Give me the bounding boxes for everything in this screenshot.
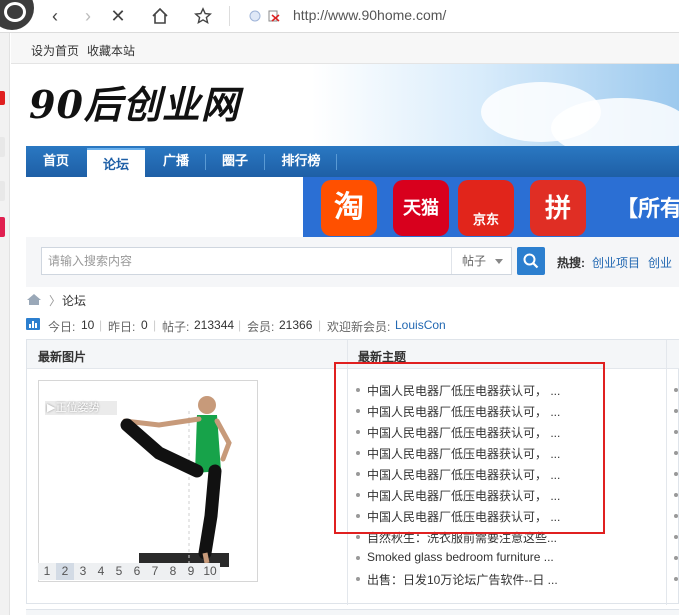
pager-item[interactable]: 1: [38, 563, 56, 580]
bullet-icon: [674, 556, 678, 560]
highlight-box: [334, 362, 605, 534]
nav-forum[interactable]: 论坛: [87, 148, 145, 177]
search-bar: 帖子 热搜: 创业项目 创业: [26, 237, 679, 287]
stats-divider: |: [99, 318, 103, 332]
bullet-icon: [356, 535, 360, 539]
stats-yesterday-label: 昨日:: [108, 320, 136, 334]
stats-divider: |: [318, 318, 322, 332]
jd-icon[interactable]: 京东: [458, 180, 514, 236]
ad-headline[interactable]: 【所有: [616, 191, 679, 223]
stats-today-label: 今日:: [48, 320, 76, 334]
browser-logo-icon: [0, 0, 34, 30]
search-type-value: 帖子: [462, 254, 487, 268]
bullet-icon: [674, 535, 678, 539]
stats-posts-label: 帖子:: [162, 320, 190, 334]
bookmark-star-icon[interactable]: [191, 4, 215, 28]
stats-divider: |: [238, 318, 242, 332]
stats-yesterday-value: 0: [141, 318, 148, 332]
home-icon[interactable]: [148, 4, 172, 28]
hot-search-label: 热搜:: [557, 256, 585, 270]
search-input[interactable]: [48, 248, 448, 274]
bullet-icon: [674, 451, 678, 455]
browser-sidebar: [0, 33, 10, 615]
bookmark-site-link[interactable]: 收藏本站: [87, 42, 135, 59]
stop-icon[interactable]: ✕: [106, 4, 130, 28]
pager-item-active[interactable]: 2: [56, 563, 74, 580]
bullet-icon: [674, 514, 678, 518]
stats-today-value: 10: [81, 318, 95, 332]
stats-chart-icon: [26, 318, 40, 330]
site-topbar: 设为首页 收藏本站: [11, 33, 679, 64]
column-divider: [666, 340, 667, 605]
sidebar-item[interactable]: [0, 181, 5, 201]
bullet-icon: [674, 472, 678, 476]
bullet-icon: [674, 577, 678, 581]
bullet-icon: [356, 556, 360, 560]
photo-caption: ▶正位姿势: [45, 401, 117, 415]
latest-images-title: 最新图片: [38, 350, 87, 364]
hot-search-link[interactable]: 创业项目: [592, 254, 640, 271]
stats-posts-value: 213344: [194, 318, 235, 332]
address-bar-url[interactable]: http://www.90home.com/: [293, 7, 446, 23]
pinduoduo-icon[interactable]: 拼: [530, 180, 586, 236]
pager-item[interactable]: 3: [74, 563, 92, 580]
search-box: 帖子: [41, 247, 512, 275]
nav-divider: [336, 154, 337, 170]
home-icon[interactable]: [26, 293, 42, 306]
site-header: 90后创业网: [11, 64, 679, 146]
search-type-select[interactable]: 帖子: [451, 248, 511, 274]
nav-circle[interactable]: 圈子: [206, 146, 264, 177]
pager-item[interactable]: 7: [146, 563, 164, 580]
browser-toolbar: ‹ › ✕ http://www.90home.com/: [0, 0, 679, 33]
search-button[interactable]: [517, 247, 545, 275]
pager-item[interactable]: 6: [128, 563, 146, 580]
pager-item[interactable]: 8: [164, 563, 182, 580]
bullet-icon: [674, 430, 678, 434]
bullet-icon: [674, 409, 678, 413]
taobao-icon[interactable]: 淘: [321, 180, 377, 236]
site-logo[interactable]: 90后创业网: [29, 74, 240, 129]
search-icon: [523, 253, 539, 269]
sidebar-badge-icon[interactable]: [0, 91, 5, 105]
stats-members-label: 会员:: [247, 320, 275, 334]
security-icons: [248, 9, 282, 23]
set-homepage-link[interactable]: 设为首页: [31, 42, 79, 59]
address-divider: [229, 6, 230, 26]
forward-icon[interactable]: ›: [76, 4, 100, 28]
main-nav: 首页 论坛 广播 圈子 排行榜: [26, 146, 679, 177]
bullet-icon: [674, 493, 678, 497]
hot-search-link[interactable]: 创业: [648, 254, 672, 271]
sidebar-app-icon[interactable]: [0, 217, 5, 237]
nav-home[interactable]: 首页: [26, 146, 86, 177]
nav-divider: [264, 154, 265, 170]
pager-item[interactable]: 5: [110, 563, 128, 580]
pager-item[interactable]: 10: [200, 563, 220, 580]
stats-divider: |: [153, 318, 157, 332]
tmall-icon[interactable]: 天猫: [393, 180, 449, 236]
panel-bottom-strip: [26, 609, 679, 615]
ad-banner[interactable]: 淘 天猫 京东 拼 【所有: [303, 177, 679, 237]
nav-broadcast[interactable]: 广播: [148, 146, 204, 177]
bullet-icon: [674, 388, 678, 392]
chevron-down-icon: [495, 259, 503, 264]
breadcrumb-current[interactable]: 论坛: [62, 292, 86, 309]
pager-item[interactable]: 9: [182, 563, 200, 580]
bullet-icon: [356, 577, 360, 581]
pager-item[interactable]: 4: [92, 563, 110, 580]
stats-members-value: 21366: [279, 318, 313, 332]
stats-welcome-label: 欢迎新会员:: [327, 320, 391, 334]
nav-ranking[interactable]: 排行榜: [266, 146, 336, 177]
featured-image[interactable]: ▶正位姿势: [38, 380, 258, 582]
breadcrumb-separator: 〉: [49, 294, 62, 308]
back-icon[interactable]: ‹: [43, 4, 67, 28]
sidebar-item[interactable]: [0, 137, 5, 157]
newest-member-link[interactable]: LouisCon: [395, 318, 446, 332]
